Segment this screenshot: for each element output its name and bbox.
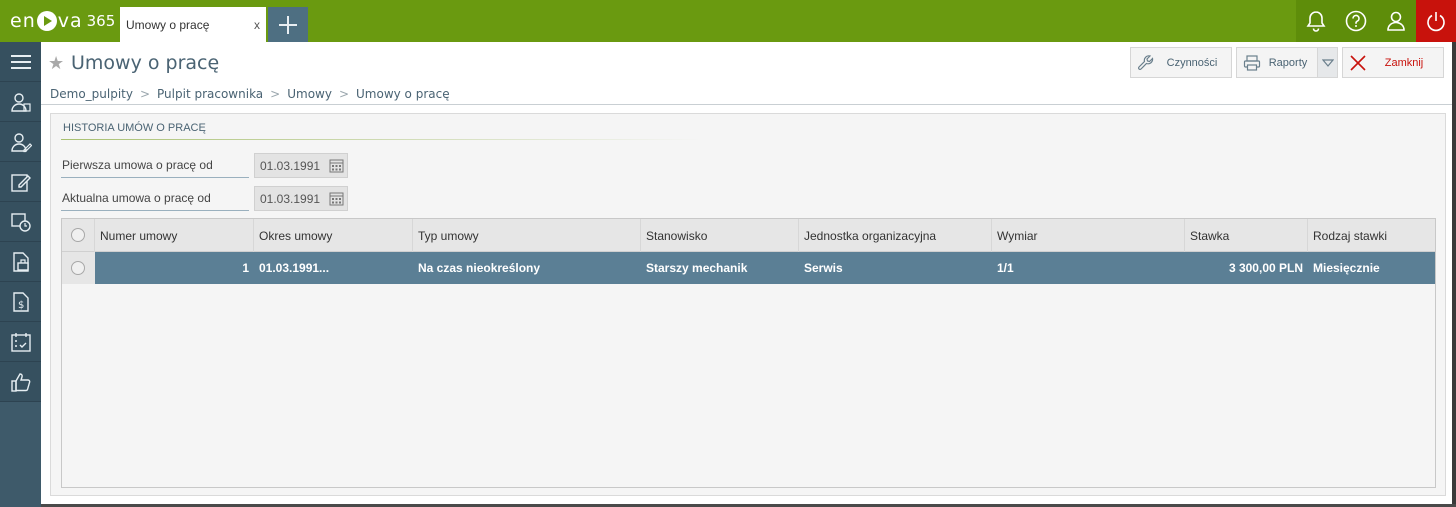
thumbs-up-icon [10, 372, 30, 392]
enova-logo[interactable]: en va 365 [10, 9, 115, 33]
user-icon [1387, 11, 1405, 31]
sidebar-item-salary[interactable]: $ [0, 282, 41, 322]
field-underline [61, 210, 249, 211]
bell-icon [1306, 11, 1326, 32]
svg-text:$: $ [18, 300, 24, 311]
sidebar-item-calendar[interactable] [0, 322, 41, 362]
raporty-button[interactable]: Raporty [1236, 47, 1318, 78]
page-title: Umowy o pracę [71, 52, 220, 74]
tab-close-button[interactable]: x [254, 18, 260, 32]
window-edge [1452, 42, 1456, 507]
cell-numer-umowy: 1 [242, 261, 249, 275]
column-header[interactable]: Wymiar [992, 219, 1185, 252]
cell-okres-umowy: 01.03.1991... [259, 261, 330, 275]
zamknij-label: Zamknij [1384, 56, 1424, 69]
breadcrumb-separator-icon: > [139, 87, 151, 101]
zamknij-button[interactable]: Zamknij [1342, 47, 1444, 78]
logo-play-icon [36, 11, 57, 31]
edit-icon [10, 173, 31, 192]
sidebar-item-leave[interactable] [0, 242, 41, 282]
cell-typ-umowy: Na czas nieokreślony [418, 261, 541, 275]
section-title: HISTORIA UMÓW O PRACĘ [63, 122, 206, 134]
sidebar-item-time-history[interactable] [0, 202, 41, 242]
column-header[interactable]: Typ umowy [413, 219, 641, 252]
notifications-button[interactable] [1296, 0, 1336, 42]
printer-icon [1243, 54, 1261, 71]
breadcrumb-item[interactable]: Umowy o pracę [356, 87, 450, 101]
calendar-check-icon [10, 332, 31, 352]
column-header[interactable]: Okres umowy [254, 219, 413, 252]
cell-wymiar: 1/1 [997, 261, 1014, 275]
cell-jednostka: Serwis [804, 261, 843, 275]
calendar-button[interactable] [325, 158, 347, 173]
select-all-column [62, 219, 95, 252]
breadcrumb-item[interactable]: Pulpit pracownika [157, 87, 263, 101]
contracts-grid: Numer umowy Okres umowy Typ umowy Stanow… [61, 218, 1436, 488]
calendar-icon [329, 192, 343, 206]
breadcrumb-separator-icon: > [338, 87, 350, 101]
row-select-radio[interactable] [71, 261, 85, 275]
wrench-icon [1138, 54, 1154, 70]
add-tab-button[interactable] [268, 7, 308, 42]
raporty-label: Raporty [1268, 56, 1308, 69]
sidebar-empty-area [0, 402, 41, 507]
employee-icon [10, 92, 31, 112]
user-button[interactable] [1376, 0, 1416, 42]
table-row[interactable]: 1 01.03.1991... Na czas nieokreślony Sta… [95, 252, 1435, 284]
help-button[interactable] [1336, 0, 1376, 42]
time-history-icon [10, 212, 31, 232]
employee-edit-icon [10, 132, 32, 152]
sidebar: $ [0, 42, 41, 507]
section-divider [61, 139, 701, 140]
sidebar-menu-button[interactable] [0, 42, 41, 82]
current-contract-date-value: 01.03.1991 [260, 191, 321, 206]
history-panel: HISTORIA UMÓW O PRACĘ Pierwsza umowa o p… [50, 113, 1446, 496]
close-icon [1350, 54, 1366, 71]
header-divider [41, 104, 1456, 105]
calendar-icon [329, 159, 343, 173]
row-selector-cell [62, 252, 95, 284]
field-underline [61, 177, 249, 178]
power-icon [1427, 12, 1445, 32]
cell-rodzaj-stawki: Miesięcznie [1313, 261, 1380, 275]
select-all-radio[interactable] [71, 228, 85, 242]
top-bar: en va 365 Umowy o pracę x [0, 0, 1456, 42]
breadcrumb-item[interactable]: Umowy [287, 87, 332, 101]
column-header[interactable]: Numer umowy [95, 219, 254, 252]
help-icon [1345, 10, 1367, 32]
sidebar-item-like[interactable] [0, 362, 41, 402]
menu-icon [10, 54, 31, 69]
current-contract-label: Aktualna umowa o pracę od [62, 191, 211, 205]
sidebar-item-employee-edit[interactable] [0, 122, 41, 162]
column-header[interactable]: Stanowisko [641, 219, 799, 252]
breadcrumb-separator-icon: > [270, 87, 281, 101]
czynnosci-button[interactable]: Czynności [1130, 47, 1232, 78]
tab-umowy-o-prace[interactable]: Umowy o pracę x [120, 7, 266, 42]
current-contract-date-field[interactable]: 01.03.1991 [254, 186, 348, 211]
raporty-dropdown-button[interactable] [1317, 47, 1338, 78]
favorite-star-icon[interactable]: ★ [48, 53, 64, 74]
czynnosci-label: Czynności [1166, 56, 1218, 69]
chevron-down-icon [1321, 58, 1334, 67]
breadcrumb-item[interactable]: Demo_pulpity [50, 87, 133, 101]
column-header[interactable]: Jednostka organizacyjna [799, 219, 992, 252]
column-header[interactable]: Rodzaj stawki [1308, 219, 1435, 252]
first-contract-date-value: 01.03.1991 [260, 158, 321, 173]
column-header[interactable]: Stawka [1185, 219, 1308, 252]
cell-stawka: 3 300,00 PLN [1228, 261, 1303, 275]
breadcrumb: Demo_pulpity > Pulpit pracownika > Umowy… [50, 87, 450, 101]
grid-header: Numer umowy Okres umowy Typ umowy Stanow… [62, 219, 1435, 252]
first-contract-label: Pierwsza umowa o pracę od [62, 158, 213, 172]
sidebar-item-edit[interactable] [0, 162, 41, 202]
sidebar-item-employee[interactable] [0, 82, 41, 122]
first-contract-date-field[interactable]: 01.03.1991 [254, 153, 348, 178]
tab-label: Umowy o pracę [126, 18, 210, 32]
calendar-button[interactable] [325, 191, 347, 206]
cell-stanowisko: Starszy mechanik [646, 261, 748, 275]
logo-version: 365 [86, 12, 116, 30]
leave-icon [12, 251, 29, 272]
logout-button[interactable] [1416, 0, 1456, 42]
salary-icon: $ [12, 291, 29, 312]
